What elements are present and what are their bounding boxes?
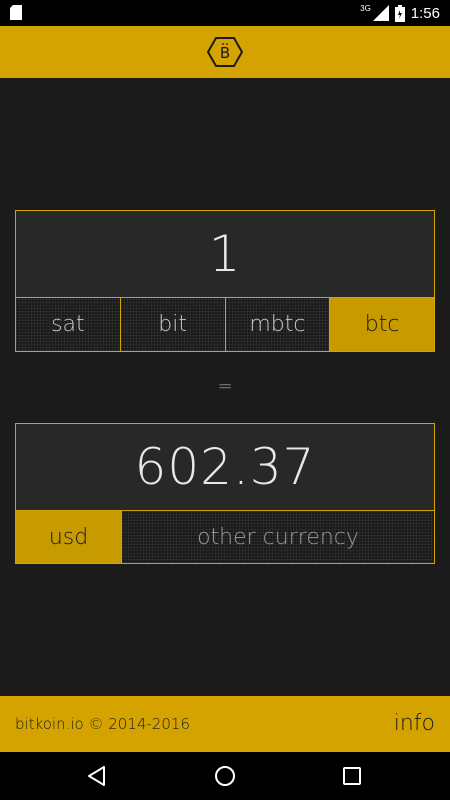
unit-bit-button[interactable]: bit — [120, 298, 226, 351]
home-icon[interactable] — [213, 764, 237, 788]
unit-selector: sat bit mbtc btc — [16, 297, 434, 351]
currency-output-panel: 602.37 usd other currency — [15, 423, 435, 564]
signal-icon — [372, 5, 389, 21]
unit-btc-button[interactable]: btc — [330, 298, 434, 351]
currency-usd-button[interactable]: usd — [16, 511, 122, 563]
converted-amount: 602.37 — [16, 424, 434, 510]
back-icon[interactable] — [85, 764, 109, 788]
app-header: B — [0, 26, 450, 78]
unit-sat-button[interactable]: sat — [16, 298, 121, 351]
status-bar: 3G 1:56 — [0, 0, 450, 26]
copyright-text: bitkoin.io © 2014-2016 — [15, 715, 190, 733]
svg-text:B: B — [220, 44, 230, 62]
network-type-label: 3G — [360, 3, 371, 13]
app-footer: bitkoin.io © 2014-2016 info — [0, 696, 450, 752]
battery-icon — [394, 4, 405, 22]
clock: 1:56 — [410, 4, 440, 22]
btc-input-panel: 1 sat bit mbtc btc — [15, 210, 435, 352]
btc-amount-input[interactable]: 1 — [16, 211, 434, 297]
sd-card-icon — [10, 5, 22, 20]
info-link[interactable]: info — [394, 696, 435, 752]
unit-mbtc-button[interactable]: mbtc — [225, 298, 331, 351]
bitcoin-logo-icon: B — [207, 37, 243, 67]
currency-selector: usd other currency — [16, 510, 434, 563]
equals-sign: = — [217, 376, 233, 397]
other-currency-button[interactable]: other currency — [122, 511, 434, 563]
system-navigation-bar — [0, 752, 450, 800]
recent-apps-icon[interactable] — [340, 764, 364, 788]
